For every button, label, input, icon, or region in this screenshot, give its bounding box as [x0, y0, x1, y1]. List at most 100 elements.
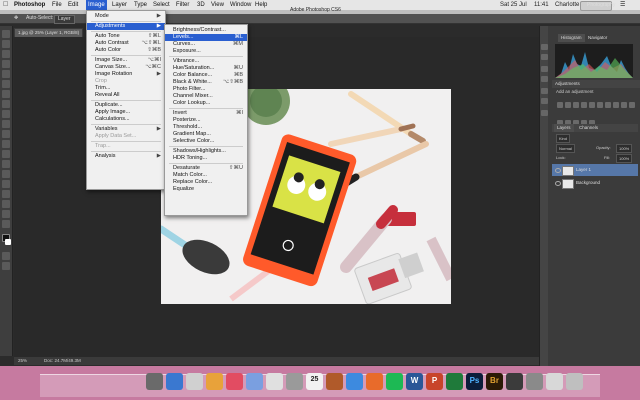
cut-the-rope-icon[interactable]: [326, 373, 343, 390]
image-menu-item[interactable]: Calculations...: [87, 116, 165, 123]
tab-histogram[interactable]: Histogram: [558, 34, 585, 42]
adjustments-menu-item[interactable]: Black & White... ⌥⇧⌘B: [165, 79, 247, 86]
layer-filter-kind[interactable]: Kind: [556, 134, 571, 143]
menu-file[interactable]: File: [50, 0, 64, 10]
zoom-tool[interactable]: [2, 220, 10, 228]
adjustments-menu-item[interactable]: Hue/Saturation... ⌘U: [165, 65, 247, 72]
menu-3d[interactable]: 3D: [195, 0, 207, 10]
launchpad-icon[interactable]: [166, 373, 183, 390]
background-color-swatch[interactable]: [5, 239, 11, 245]
adjustments-panel-title[interactable]: Adjustments: [552, 80, 640, 88]
blend-mode-dropdown[interactable]: Normal: [556, 144, 575, 153]
adjustments-menu-item[interactable]: Color Balance... ⌘B: [165, 72, 247, 79]
image-menu-item[interactable]: Auto Contrast ⌥⇧⌘L: [87, 40, 165, 47]
image-menu-item[interactable]: Adjustments ▶: [87, 23, 165, 30]
menu-filter[interactable]: Filter: [174, 0, 191, 10]
dodge-tool[interactable]: [2, 160, 10, 168]
crop-tool[interactable]: [2, 70, 10, 78]
tab-layers[interactable]: Layers: [554, 124, 574, 132]
excel-icon[interactable]: [446, 373, 463, 390]
vlc-icon[interactable]: [366, 373, 383, 390]
skype-icon[interactable]: [346, 373, 363, 390]
history-brush-tool[interactable]: [2, 120, 10, 128]
image-menu-item[interactable]: Apply Image...: [87, 109, 165, 116]
workspace-switcher[interactable]: Photography: [580, 1, 615, 11]
color-balance-icon[interactable]: [605, 102, 611, 108]
actions-panel-icon[interactable]: [541, 54, 548, 60]
history-panel-icon[interactable]: [541, 44, 548, 50]
safari-icon[interactable]: [186, 373, 203, 390]
notifications-icon[interactable]: ☰: [620, 0, 625, 10]
hand-tool[interactable]: [2, 210, 10, 218]
menu-select[interactable]: Select: [151, 0, 172, 10]
adjustments-menu-item[interactable]: Vibrance...: [165, 58, 247, 65]
clone-stamp-tool[interactable]: [2, 110, 10, 118]
brush-panel-icon[interactable]: [541, 110, 548, 116]
brightness-contrast-icon[interactable]: [557, 102, 563, 108]
adjustments-menu-item[interactable]: Threshold...: [165, 124, 247, 131]
visibility-eye-icon[interactable]: [555, 181, 561, 186]
apple-icon[interactable]: : [3, 1, 9, 8]
adjustments-menu-item[interactable]: Brightness/Contrast...: [165, 27, 247, 34]
shape-tool[interactable]: [2, 200, 10, 208]
menu-type[interactable]: Type: [132, 0, 149, 10]
image-menu-item[interactable]: Duplicate...: [87, 102, 165, 109]
opacity-field[interactable]: 100%: [616, 144, 633, 153]
paragraph-panel-icon[interactable]: [541, 98, 548, 104]
app-menu[interactable]: Photoshop: [12, 0, 47, 10]
channel-mixer-icon[interactable]: [629, 102, 635, 108]
photo-filter-icon[interactable]: [621, 102, 627, 108]
adjustments-menu-item[interactable]: Selective Color...: [165, 138, 247, 145]
trash-icon[interactable]: [566, 373, 583, 390]
image-menu-item[interactable]: Auto Color ⇧⌘B: [87, 47, 165, 54]
exposure-icon[interactable]: [581, 102, 587, 108]
system-prefs-icon[interactable]: [286, 373, 303, 390]
image-menu-item[interactable]: Mode ▶: [87, 13, 165, 20]
adjustments-menu-item[interactable]: Levels... ⌘L: [165, 34, 247, 41]
move-tool[interactable]: [2, 30, 10, 38]
layer-name[interactable]: Background: [576, 180, 600, 185]
notes-icon[interactable]: [266, 373, 283, 390]
image-menu-item[interactable]: Reveal All: [87, 92, 165, 99]
gradient-tool[interactable]: [2, 140, 10, 148]
brush-tool[interactable]: [2, 100, 10, 108]
menu-layer[interactable]: Layer: [110, 0, 129, 10]
path-select-tool[interactable]: [2, 190, 10, 198]
auto-select-dropdown[interactable]: Layer: [54, 15, 75, 24]
screen-mode-button[interactable]: [2, 262, 10, 270]
curves-icon[interactable]: [573, 102, 579, 108]
marquee-tool[interactable]: [2, 40, 10, 48]
app-icon[interactable]: [506, 373, 523, 390]
lasso-tool[interactable]: [2, 50, 10, 58]
tab-navigator[interactable]: Navigator: [585, 34, 610, 42]
image-menu-item[interactable]: Image Rotation ▶: [87, 71, 165, 78]
menu-edit[interactable]: Edit: [66, 0, 80, 10]
downloads-icon[interactable]: [526, 373, 543, 390]
hue-saturation-icon[interactable]: [597, 102, 603, 108]
levels-icon[interactable]: [565, 102, 571, 108]
visibility-eye-icon[interactable]: [555, 168, 561, 173]
quick-select-tool[interactable]: [2, 60, 10, 68]
info-panel-icon[interactable]: [541, 66, 548, 72]
mail-icon[interactable]: [206, 373, 223, 390]
fill-field[interactable]: 100%: [616, 154, 633, 163]
vibrance-icon[interactable]: [589, 102, 595, 108]
adjustments-menu-item[interactable]: Exposure...: [165, 48, 247, 55]
type-tool[interactable]: [2, 180, 10, 188]
eraser-tool[interactable]: [2, 130, 10, 138]
adjustments-menu-item[interactable]: Match Color...: [165, 172, 247, 179]
adjustments-menu-item[interactable]: Equalize: [165, 186, 247, 193]
menu-window[interactable]: Window: [228, 0, 253, 10]
menu-help[interactable]: Help: [253, 0, 269, 10]
adjustments-menu-item[interactable]: HDR Toning...: [165, 155, 247, 162]
adjustments-menu-item[interactable]: Channel Mixer...: [165, 93, 247, 100]
menubar-time[interactable]: 11:41: [534, 0, 549, 10]
healing-tool[interactable]: [2, 90, 10, 98]
image-menu-item[interactable]: Trim...: [87, 85, 165, 92]
pen-tool[interactable]: [2, 170, 10, 178]
layer-row-background[interactable]: Background: [552, 177, 638, 189]
image-menu-item[interactable]: Image Size... ⌥⌘I: [87, 57, 165, 64]
menubar-date[interactable]: Sat 25 Jul: [500, 0, 527, 10]
image-menu-item[interactable]: Analysis ▶: [87, 153, 165, 160]
menu-view[interactable]: View: [209, 0, 226, 10]
